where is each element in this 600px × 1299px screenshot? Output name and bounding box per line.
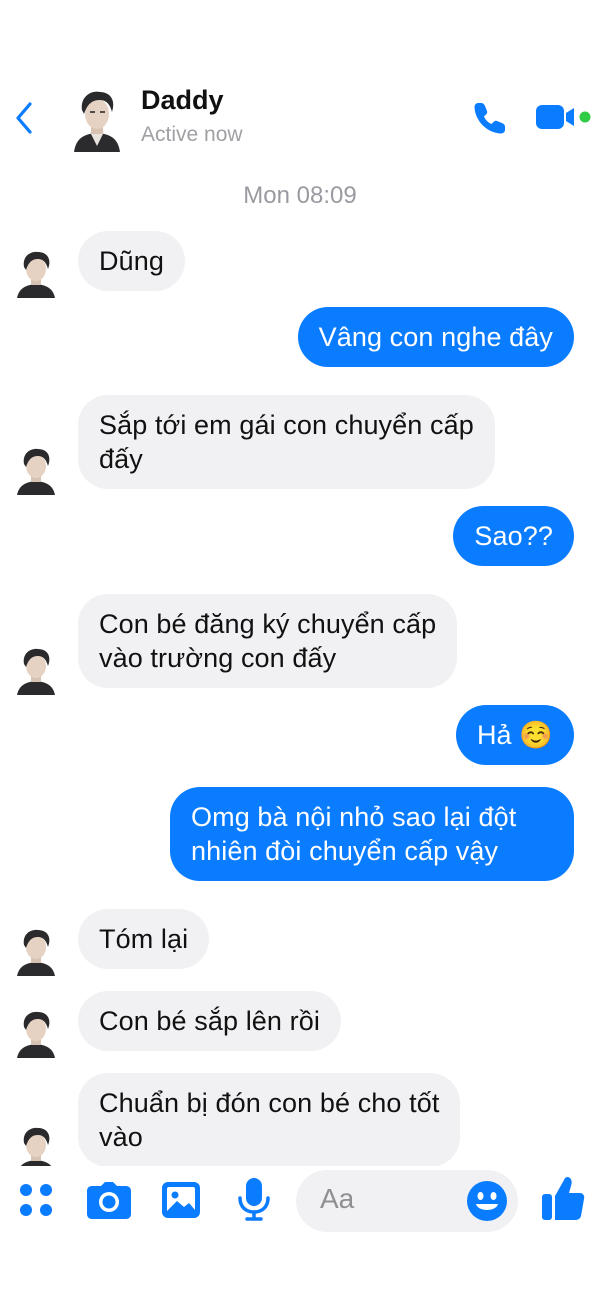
message-bubble-incoming[interactable]: Dũng — [78, 231, 185, 291]
camera-icon[interactable] — [86, 1180, 132, 1220]
message-input-placeholder: Aa — [320, 1183, 355, 1214]
message-timestamp: Mon 08:09 — [243, 182, 357, 209]
phone-icon[interactable] — [470, 98, 510, 138]
menu-dots-icon[interactable] — [16, 1180, 56, 1220]
sender-avatar — [17, 448, 55, 495]
sender-avatar — [17, 929, 55, 976]
sender-avatar — [17, 251, 55, 298]
message-bubble-incoming[interactable]: Con bé sắp lên rồi — [78, 991, 341, 1051]
message-bubble-incoming[interactable]: Con bé đăng ký chuyển cấp vào trường con… — [78, 594, 458, 688]
message-bubble-outgoing[interactable]: Vâng con nghe đây — [297, 307, 574, 367]
sender-avatar — [17, 648, 55, 695]
video-camera-icon[interactable] — [534, 100, 592, 134]
thumbs-up-icon[interactable] — [540, 1174, 586, 1222]
message-bubble-incoming[interactable]: Chuẩn bị đón con bé cho tốt vào — [78, 1073, 461, 1167]
microphone-icon[interactable] — [236, 1176, 272, 1222]
photo-icon[interactable] — [160, 1180, 202, 1220]
message-bubble-outgoing[interactable]: Omg bà nội nhỏ sao lại đột nhiên đòi chu… — [170, 787, 574, 881]
contact-avatar[interactable] — [70, 88, 124, 152]
message-bubble-incoming[interactable]: Tóm lại — [78, 909, 210, 969]
message-bubble-outgoing[interactable]: Hả ☺️ — [455, 705, 574, 765]
sender-avatar — [17, 1011, 55, 1058]
chat-header: Daddy Active now — [0, 0, 600, 170]
message-bubble-incoming[interactable]: Sắp tới em gái con chuyển cấp đấy — [78, 395, 495, 489]
contact-name[interactable]: Daddy — [141, 85, 224, 116]
message-bubble-outgoing[interactable]: Sao?? — [453, 506, 574, 566]
active-status: Active now — [141, 123, 243, 146]
emoji-icon[interactable] — [466, 1180, 508, 1222]
back-chevron-icon[interactable] — [10, 96, 40, 140]
